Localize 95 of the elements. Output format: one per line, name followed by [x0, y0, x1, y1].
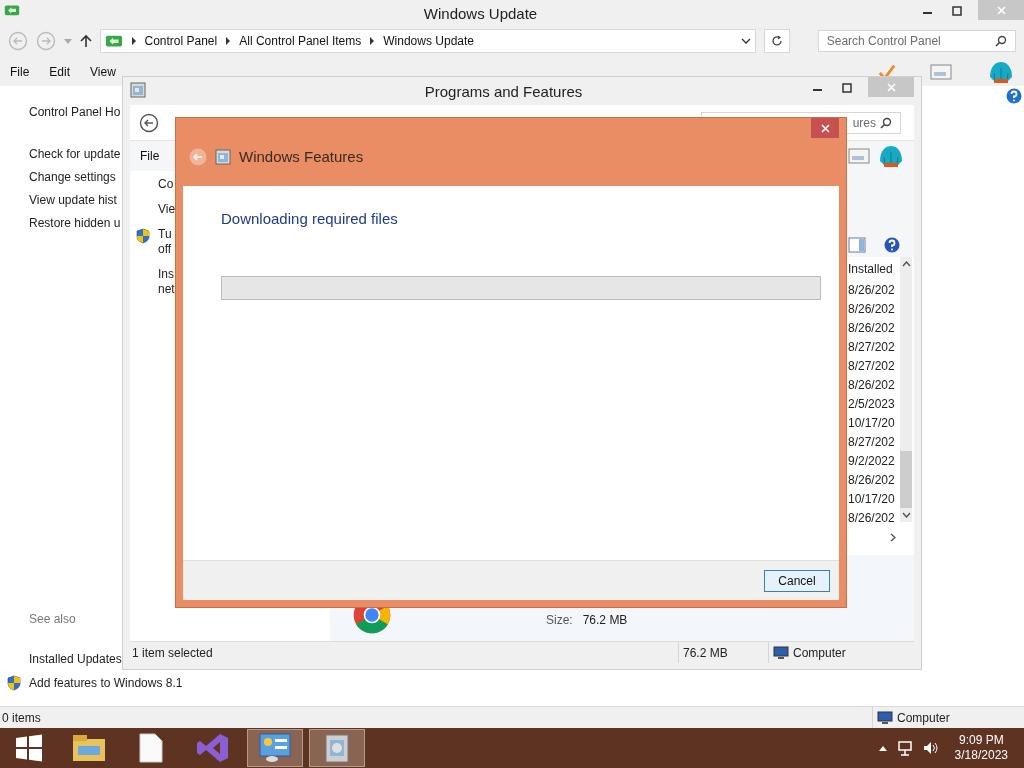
task-link[interactable]: Co: [158, 177, 174, 192]
item-count: 0 items: [1, 709, 41, 727]
folder-icon[interactable]: [72, 733, 106, 763]
menu-item[interactable]: Edit: [49, 63, 71, 81]
date-cell-text: 8/26/202: [848, 510, 896, 527]
date-cell-text: 2/5/2023: [848, 396, 896, 413]
nav-link[interactable]: Change settings: [29, 166, 122, 189]
chevron-icon: [225, 37, 232, 45]
home-link[interactable]: Control Panel Ho: [29, 103, 122, 121]
close-button[interactable]: [811, 118, 839, 138]
refresh-icon: [770, 35, 783, 47]
menu-item[interactable]: View: [90, 63, 116, 81]
date-cell-text: 8/27/202: [848, 434, 896, 451]
shell-logo-icon[interactable]: [988, 60, 1014, 84]
computer-icon: [877, 710, 893, 725]
taskbar-button[interactable]: [247, 729, 303, 767]
column-header[interactable]: Installed: [848, 257, 900, 281]
up-arrow-icon[interactable]: [79, 34, 92, 48]
menu-item[interactable]: File: [10, 63, 30, 81]
nav-link[interactable]: Restore hidden u: [29, 212, 122, 235]
maximize-icon[interactable]: [952, 6, 962, 16]
help-icon[interactable]: [1006, 88, 1022, 104]
menu-item[interactable]: File: [140, 147, 160, 165]
task-link[interactable]: Vie: [158, 202, 176, 217]
nav-link[interactable]: View update hist: [29, 189, 122, 212]
search-icon: [995, 35, 1007, 47]
close-icon: [820, 123, 830, 133]
window-title: Windows Update: [422, 4, 538, 24]
search-icon: [880, 116, 892, 129]
infinity-logo-icon[interactable]: [196, 732, 230, 764]
close-icon: [886, 82, 896, 92]
size-total: 76.2 MB: [683, 644, 728, 662]
tray-arrow-icon[interactable]: [878, 745, 887, 751]
volume-icon[interactable]: [922, 740, 939, 756]
installer-icon[interactable]: [323, 732, 351, 764]
date-cell-text: 8/26/202: [848, 472, 896, 489]
shell-logo-icon[interactable]: [878, 144, 904, 168]
shield-icon: [7, 675, 21, 691]
network-icon[interactable]: [896, 740, 913, 756]
window-title: Programs and Features: [423, 82, 583, 102]
date-cell-text: 8/26/202: [848, 377, 896, 394]
back-icon[interactable]: [139, 112, 159, 133]
date-cell-text: 10/17/20: [848, 491, 896, 508]
date-cell-text: 8/26/202: [848, 301, 896, 318]
scroll-up-icon: [901, 261, 911, 267]
status-heading: Downloading required files: [221, 209, 399, 229]
location-label: Computer: [793, 644, 846, 662]
refresh-button[interactable]: [764, 29, 790, 53]
start-icon[interactable]: [15, 734, 43, 762]
computer-icon: [773, 645, 789, 660]
window-icon: [215, 149, 231, 166]
scroll-thumb[interactable]: [900, 451, 912, 508]
shield-icon: [136, 228, 150, 244]
control-panel-icon[interactable]: [258, 732, 292, 764]
see-also-heading: See also: [29, 611, 77, 628]
size-label: Size:: [546, 612, 573, 629]
document-icon[interactable]: [139, 733, 163, 763]
location-label: Computer: [897, 709, 950, 727]
date-cell-text: 9/2/2022: [848, 453, 896, 470]
breadcrumb-item[interactable]: Windows Update: [383, 32, 474, 50]
date-cell-text: 8/26/202: [848, 282, 896, 299]
task-link[interactable]: net: [158, 282, 175, 297]
clock-date: 3/18/2023: [954, 748, 1008, 763]
window-icon: [130, 82, 146, 98]
address-bar[interactable]: Control Panel All Control Panel Items Windows Update: [99, 29, 756, 53]
dialog-title: Windows Features: [239, 147, 364, 167]
task-link[interactable]: Tu: [158, 227, 172, 242]
breadcrumb-item[interactable]: All Control Panel Items: [239, 32, 362, 50]
task-link[interactable]: off: [158, 242, 172, 257]
control-panel-icon: [104, 33, 123, 49]
date-cell-text: 8/27/202: [848, 358, 896, 375]
scroll-right-icon[interactable]: [890, 532, 896, 542]
control-panel-icon: [4, 4, 20, 17]
see-also-link[interactable]: Add features to Windows 8.1: [29, 674, 183, 692]
clock[interactable]: 9:09 PM 3/18/2023: [954, 733, 1008, 763]
selection-count: 1 item selected: [131, 644, 213, 662]
clock-time: 9:09 PM: [958, 733, 1004, 748]
maximize-icon[interactable]: [842, 83, 852, 93]
scrollbar[interactable]: [900, 257, 912, 522]
breadcrumb-item[interactable]: Control Panel: [144, 32, 218, 50]
size-value: 76.2 MB: [582, 612, 628, 629]
date-cell-text: 10/17/20: [848, 415, 896, 432]
search-field[interactable]: Search Control Panel: [817, 30, 1016, 52]
date-cell-text: 8/26/202: [848, 320, 896, 337]
cancel-button[interactable]: Cancel: [764, 569, 830, 592]
task-link[interactable]: Ins: [158, 267, 175, 282]
nav-link[interactable]: Check for update: [29, 143, 122, 166]
date-cell-text: 8/27/202: [848, 339, 896, 356]
chevron-icon: [369, 37, 376, 45]
dropdown-icon[interactable]: [741, 38, 751, 44]
chevron-icon: [130, 37, 137, 45]
close-icon: [996, 5, 1006, 15]
scroll-down-icon: [901, 512, 911, 518]
help-icon[interactable]: [884, 237, 900, 253]
see-also-link[interactable]: Installed Updates: [29, 650, 122, 668]
